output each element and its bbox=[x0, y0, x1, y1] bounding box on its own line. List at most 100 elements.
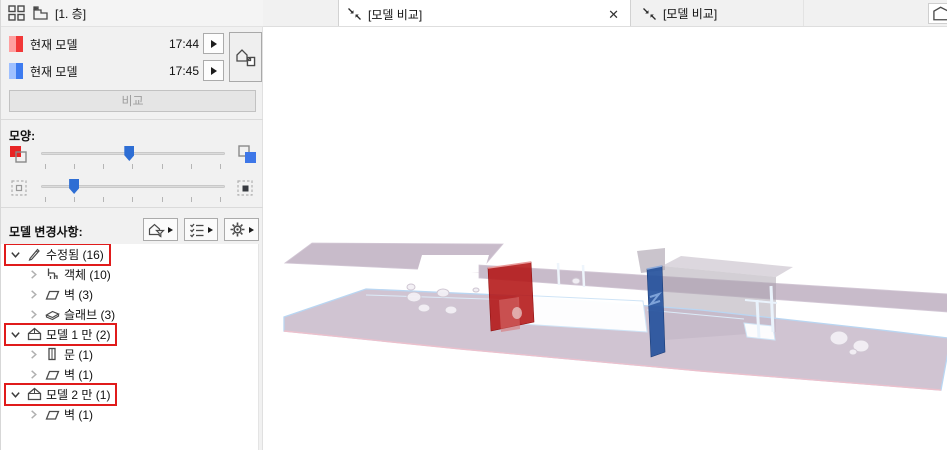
tree-item-label: 모델 2 만 (1) bbox=[46, 387, 111, 402]
checklist-icon bbox=[189, 222, 205, 238]
tree-item-2[interactable]: 벽 (3) bbox=[1, 284, 258, 304]
close-icon[interactable]: ✕ bbox=[605, 7, 622, 22]
model-row-1: 현재 모델 17:44 bbox=[9, 33, 199, 55]
slab-icon bbox=[44, 308, 60, 321]
tree-item-label: 수정됨 (16) bbox=[46, 247, 104, 262]
house-filter-icon bbox=[148, 222, 165, 238]
red-fill-square-icon bbox=[9, 144, 31, 166]
chevron-right-icon[interactable] bbox=[26, 289, 40, 300]
story-icon[interactable] bbox=[32, 5, 49, 21]
object-icon bbox=[44, 267, 60, 281]
tree-item-7[interactable]: 모델 2 만 (1) bbox=[1, 382, 258, 406]
divider bbox=[1, 119, 263, 120]
tab-model-compare-1[interactable]: [모델 비교] ✕ bbox=[338, 0, 631, 26]
slider-ticks bbox=[45, 164, 221, 169]
tab-label: [모델 비교] bbox=[368, 7, 423, 22]
tab-label: [모델 비교] bbox=[663, 7, 718, 21]
tree-item-4[interactable]: 모델 1 만 (2) bbox=[1, 322, 258, 346]
house-icon bbox=[26, 387, 42, 401]
model2-source-menu-button[interactable] bbox=[203, 60, 224, 81]
tree-item-5[interactable]: 문 (1) bbox=[1, 344, 258, 364]
model-compare-sidebar: [1. 층] 현재 모델 17:44 현재 모델 17:45 비교 모양: 모델… bbox=[1, 0, 263, 450]
transparency-slider-row bbox=[9, 177, 257, 203]
door-icon bbox=[44, 347, 60, 361]
model2-color-swatch bbox=[9, 63, 23, 79]
model-copy-icon bbox=[234, 45, 258, 69]
chevron-right-icon[interactable] bbox=[26, 349, 40, 360]
tree-item-label: 벽 (1) bbox=[64, 407, 94, 422]
dropdown-arrow-icon bbox=[249, 226, 254, 233]
tree-item-label: 문 (1) bbox=[64, 347, 94, 362]
model1-name: 현재 모델 bbox=[30, 37, 78, 52]
model2-time: 17:45 bbox=[168, 64, 199, 78]
chevron-down-icon[interactable] bbox=[8, 329, 22, 340]
criteria-list-button[interactable] bbox=[184, 218, 218, 241]
compare-source-rows: 현재 모델 17:44 현재 모델 17:45 bbox=[1, 31, 263, 84]
clipped-view-icon[interactable] bbox=[928, 3, 947, 24]
transparency-slider-track[interactable] bbox=[41, 177, 225, 203]
model2-name: 현재 모델 bbox=[30, 64, 78, 79]
settings-button[interactable] bbox=[224, 218, 259, 241]
transparent-square-icon bbox=[9, 177, 31, 199]
chevron-right-icon[interactable] bbox=[26, 269, 40, 280]
wall-icon bbox=[44, 368, 60, 381]
tree-item-3[interactable]: 슬래브 (3) bbox=[1, 304, 258, 324]
tree-item-label: 모델 1 만 (2) bbox=[46, 327, 111, 342]
color-slider-track[interactable] bbox=[41, 144, 225, 170]
wall-icon bbox=[44, 408, 60, 421]
pencil-icon bbox=[26, 247, 42, 261]
slider-ticks bbox=[45, 197, 221, 202]
divider bbox=[1, 207, 263, 208]
model-compare-window: [1. 층] 현재 모델 17:44 현재 모델 17:45 비교 모양: 모델… bbox=[0, 0, 947, 450]
dropdown-arrow-icon bbox=[208, 226, 213, 233]
tree-item-label: 슬래브 (3) bbox=[64, 307, 116, 322]
appearance-section-label: 모양: bbox=[9, 129, 36, 143]
chevron-right-icon[interactable] bbox=[26, 409, 40, 420]
play-arrow-icon bbox=[210, 39, 217, 48]
wall-icon bbox=[44, 288, 60, 301]
house-icon bbox=[26, 327, 42, 341]
tree-item-0[interactable]: 수정됨 (16) bbox=[1, 244, 258, 266]
tree-item-label: 벽 (1) bbox=[64, 367, 94, 382]
model-row-2: 현재 모델 17:45 bbox=[9, 60, 199, 82]
model1-color-swatch bbox=[9, 36, 23, 52]
swap-models-button[interactable] bbox=[229, 32, 262, 82]
tree-item-6[interactable]: 벽 (1) bbox=[1, 364, 258, 384]
navigator-header: [1. 층] bbox=[1, 0, 263, 27]
3d-viewport[interactable] bbox=[263, 27, 947, 450]
changes-toolbar bbox=[143, 218, 259, 241]
model1-source-menu-button[interactable] bbox=[203, 33, 224, 54]
model-changes-tree: 수정됨 (16) 객체 (10) 벽 (3) 슬래브 (3) 모델 1 만 (2) 문 (… bbox=[1, 244, 259, 450]
story-tab-label[interactable]: [1. 층] bbox=[55, 5, 86, 22]
tree-item-1[interactable]: 객체 (10) bbox=[1, 264, 258, 284]
layout-grid-icon[interactable] bbox=[8, 5, 26, 21]
blue-fill-square-icon bbox=[235, 144, 257, 166]
chevron-down-icon[interactable] bbox=[8, 249, 22, 260]
compare-button[interactable]: 비교 bbox=[9, 90, 256, 112]
model1-time: 17:44 bbox=[168, 37, 199, 51]
slider-track bbox=[41, 185, 225, 188]
row-box: 벽 (1) bbox=[22, 403, 100, 426]
filter-elements-button[interactable] bbox=[143, 218, 178, 241]
tab-model-compare-2[interactable]: [모델 비교] bbox=[634, 0, 804, 26]
chevron-down-icon[interactable] bbox=[8, 389, 22, 400]
tree-item-8[interactable]: 벽 (1) bbox=[1, 404, 258, 424]
red-wall bbox=[487, 261, 535, 332]
fit-arrows-icon bbox=[642, 7, 657, 21]
viewport-area: [모델 비교] ✕ [모델 비교] bbox=[263, 0, 947, 450]
transparency-slider-handle[interactable] bbox=[69, 179, 80, 194]
chevron-right-icon[interactable] bbox=[26, 369, 40, 380]
view-tabbar: [모델 비교] ✕ [모델 비교] bbox=[263, 0, 947, 27]
gear-icon bbox=[229, 221, 246, 238]
color-intensity-slider-row bbox=[9, 144, 257, 170]
chevron-right-icon[interactable] bbox=[26, 309, 40, 320]
dropdown-arrow-icon bbox=[168, 226, 173, 233]
play-arrow-icon bbox=[210, 66, 217, 75]
fit-arrows-icon bbox=[347, 7, 362, 21]
tree-item-label: 벽 (3) bbox=[64, 287, 94, 302]
tree-item-label: 객체 (10) bbox=[64, 267, 111, 282]
changes-section-label: 모델 변경사항: bbox=[9, 225, 83, 239]
3d-model-scene bbox=[283, 242, 947, 391]
color-slider-handle[interactable] bbox=[124, 146, 135, 161]
solid-square-icon bbox=[235, 177, 257, 199]
